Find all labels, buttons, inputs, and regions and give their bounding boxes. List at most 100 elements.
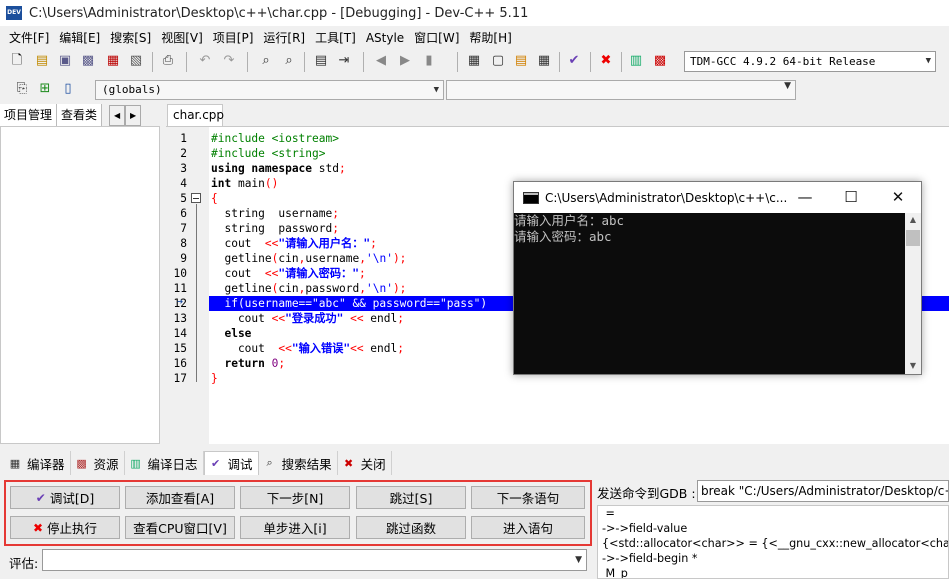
scroll-down-icon[interactable]: ▼ xyxy=(905,361,921,370)
tab-classes[interactable]: 查看类 xyxy=(57,104,103,126)
window-icon[interactable]: ▢ xyxy=(489,52,507,70)
tab-bottom[interactable]: ✖ 关闭 xyxy=(338,451,392,475)
tab-bottom[interactable]: ▥ 编译日志 xyxy=(125,451,204,475)
maximize-icon[interactable]: ☐ xyxy=(828,182,874,213)
code-token: cout xyxy=(211,267,265,280)
debug-button[interactable]: 下一条语句 xyxy=(471,486,585,509)
member-select[interactable]: ▼ xyxy=(446,80,796,100)
chevron-down-icon: ▼ xyxy=(433,85,439,95)
close-all-icon[interactable]: ▧ xyxy=(127,52,145,70)
line-number: 8 xyxy=(180,237,187,250)
tab-bottom[interactable]: ✔ 调试 xyxy=(203,451,259,475)
scroll-up-icon[interactable]: ▲ xyxy=(905,215,921,224)
code-text: string username; xyxy=(211,206,339,221)
code-token: std xyxy=(312,162,339,175)
close-file-icon[interactable]: ▦ xyxy=(104,52,122,70)
debug-button[interactable]: 进入语句 xyxy=(471,516,585,539)
tab-scroll-right-icon[interactable]: ▶ xyxy=(125,105,142,126)
debug-button[interactable]: 添加查看[A] xyxy=(125,486,235,509)
menu-item[interactable]: 运行[R] xyxy=(258,29,310,46)
code-text: else xyxy=(211,326,251,341)
minimize-icon[interactable]: — xyxy=(782,182,828,213)
code-line[interactable]: 2 #include <string> xyxy=(166,146,949,161)
stop-icon[interactable]: ✖ xyxy=(597,52,615,70)
chart-icon[interactable]: ▥ xyxy=(627,52,645,70)
fold-toggle-icon[interactable] xyxy=(191,193,201,203)
goto-definition-icon[interactable]: ▯ xyxy=(59,80,77,98)
code-token: cin xyxy=(278,252,299,265)
code-text: { xyxy=(211,191,218,206)
check-icon[interactable]: ✔ xyxy=(565,52,583,70)
evaluate-input[interactable]: ▼ xyxy=(42,549,587,571)
save-all-icon[interactable]: ▩ xyxy=(79,52,97,70)
line-number: 11 xyxy=(173,282,187,295)
tab-bottom[interactable]: ▦ 编译器 xyxy=(4,451,71,475)
window-title: C:\Users\Administrator\Desktop\c++\char.… xyxy=(29,5,529,21)
tile-icon[interactable]: ▦ xyxy=(535,52,553,70)
menu-item[interactable]: AStyle xyxy=(361,31,409,45)
menu-item[interactable]: 编辑[E] xyxy=(54,29,105,46)
insert-icon[interactable]: ⎘ xyxy=(13,80,31,98)
code-token: ; xyxy=(397,342,404,355)
tab-scroll-left-icon[interactable]: ◀ xyxy=(109,105,126,126)
close-icon[interactable]: ✕ xyxy=(875,182,921,213)
debug-button[interactable]: 跳过函数 xyxy=(356,516,466,539)
replace-icon[interactable]: ⌕ xyxy=(280,52,298,70)
code-token: ; xyxy=(370,237,377,250)
goto-icon[interactable]: ▤ xyxy=(312,52,330,70)
menu-item[interactable]: 工具[T] xyxy=(310,29,361,46)
scroll-thumb[interactable] xyxy=(906,230,920,246)
find-icon[interactable]: ⌕ xyxy=(257,52,275,70)
indent-icon[interactable]: ⇥ xyxy=(335,52,353,70)
code-text: } xyxy=(211,371,218,386)
print-icon[interactable]: ⎙ xyxy=(159,52,177,70)
code-token: string username xyxy=(211,207,333,220)
project-tree[interactable] xyxy=(0,126,160,444)
line-number: 15 xyxy=(173,342,187,355)
line-number: 2 xyxy=(180,147,187,160)
scope-select-value: (globals) xyxy=(102,83,162,96)
editor-tab-char-cpp[interactable]: char.cpp xyxy=(167,104,224,126)
scope-select[interactable]: (globals) ▼ xyxy=(95,80,444,100)
grid-icon[interactable]: ▦ xyxy=(465,52,483,70)
bookmark-icon[interactable]: ▮ xyxy=(420,52,438,70)
menu-item[interactable]: 搜索[S] xyxy=(105,29,156,46)
compiler-select[interactable]: TDM-GCC 4.9.2 64-bit Release ▼ xyxy=(684,51,936,72)
debug-button[interactable]: ✔ 调试[D] xyxy=(10,486,120,509)
goto-declaration-icon[interactable]: ⊞ xyxy=(36,80,54,98)
code-token: getline xyxy=(211,252,272,265)
code-token: string password xyxy=(211,222,333,235)
console-scrollbar[interactable]: ▲ ▼ xyxy=(905,213,921,374)
gdb-command-label: 发送命令到GDB : xyxy=(597,486,696,501)
debug-button[interactable]: 单步进入[i] xyxy=(240,516,350,539)
debug-button[interactable]: 跳过[S] xyxy=(356,486,466,509)
unindent-icon[interactable]: ◀ xyxy=(372,52,390,70)
tab-bottom[interactable]: ⌕ 搜索结果 xyxy=(259,451,338,475)
menu-item[interactable]: 文件[F] xyxy=(4,29,54,46)
profile-icon[interactable]: ▩ xyxy=(651,52,669,70)
redo-icon[interactable]: ↷ xyxy=(220,52,238,70)
save-icon[interactable]: ▣ xyxy=(56,52,74,70)
open-file-icon[interactable]: ▤ xyxy=(33,52,51,70)
color-icon[interactable]: ▤ xyxy=(512,52,530,70)
menu-item[interactable]: 帮助[H] xyxy=(464,29,516,46)
gdb-command-input[interactable]: break "C:/Users/Administrator/Desktop/c+… xyxy=(697,480,949,502)
menu-item[interactable]: 窗口[W] xyxy=(409,29,464,46)
tab-project[interactable]: 项目管理 xyxy=(0,104,58,126)
tab-label: 编译器 xyxy=(27,456,65,472)
console-window[interactable]: C:\Users\Administrator\Desktop\c++\c... … xyxy=(513,181,922,375)
debug-button[interactable]: 查看CPU窗口[V] xyxy=(125,516,235,539)
code-token: cout xyxy=(211,342,279,355)
debug-button[interactable]: 下一步[N] xyxy=(240,486,350,509)
menu-item[interactable]: 项目[P] xyxy=(208,29,259,46)
tab-bottom[interactable]: ▩ 资源 xyxy=(71,451,125,475)
code-token: password xyxy=(305,282,360,295)
menu-item[interactable]: 视图[V] xyxy=(156,29,208,46)
code-line[interactable]: 3 using namespace std; xyxy=(166,161,949,176)
code-token: endl xyxy=(370,342,398,355)
new-file-icon[interactable]: 🗋 xyxy=(8,52,26,70)
debug-button[interactable]: ✖ 停止执行 xyxy=(10,516,120,539)
toggle-comment-icon[interactable]: ▶ xyxy=(396,52,414,70)
code-line[interactable]: 1 #include <iostream> xyxy=(166,131,949,146)
undo-icon[interactable]: ↶ xyxy=(196,52,214,70)
